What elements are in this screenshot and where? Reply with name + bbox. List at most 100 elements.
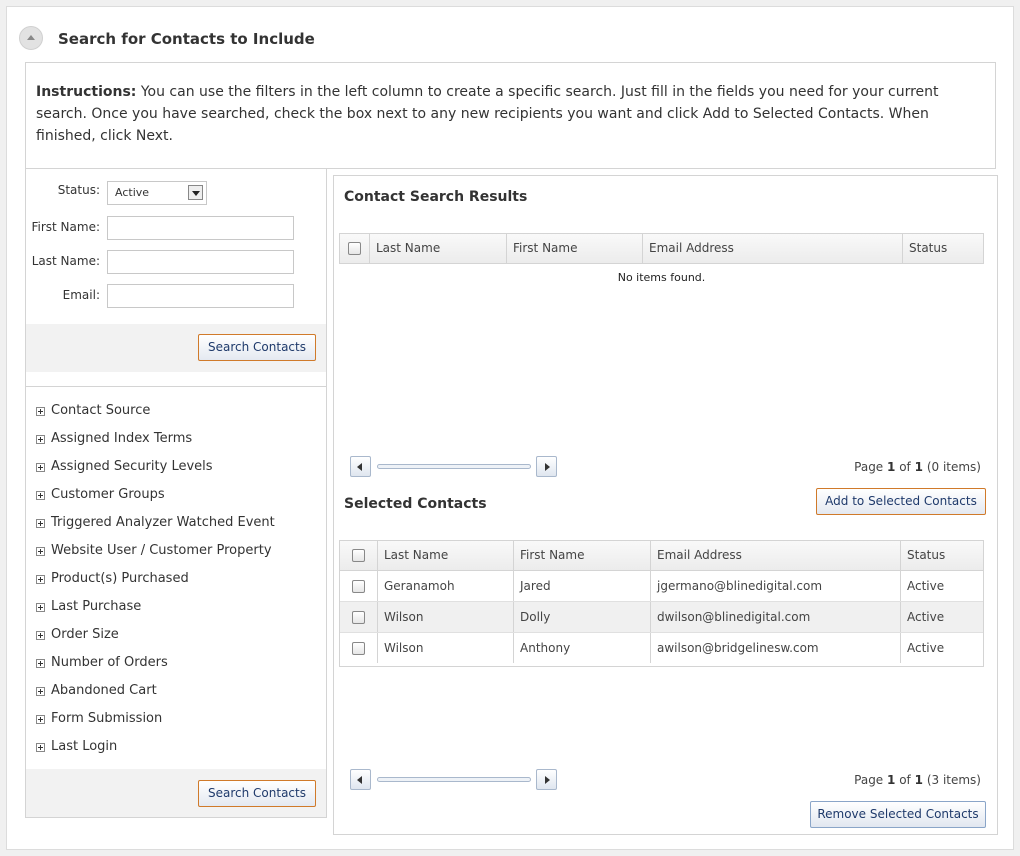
select-all-checkbox[interactable] xyxy=(352,549,365,562)
row-checkbox[interactable] xyxy=(352,580,365,593)
search-contacts-section: Search for Contacts to Include Instructi… xyxy=(6,6,1014,850)
results-title: Contact Search Results xyxy=(344,189,528,205)
expand-plus-icon[interactable] xyxy=(36,575,45,584)
selected-pager: Page 1 of 1 (3 items) xyxy=(854,773,981,787)
expand-plus-icon[interactable] xyxy=(36,435,45,444)
selected-grid-header: Last Name First Name Email Address Statu… xyxy=(340,541,983,571)
results-panel: Contact Search Results Last Name First N… xyxy=(333,175,998,835)
status-label: Status: xyxy=(57,183,100,197)
filter-triggered-analyzer-watched-event[interactable]: Triggered Analyzer Watched Event xyxy=(36,515,316,543)
col-status[interactable]: Status xyxy=(900,541,983,570)
instructions-heading: Instructions: xyxy=(36,84,137,100)
cell-last-name: Wilson xyxy=(377,633,513,663)
filter-abandoned-cart[interactable]: Abandoned Cart xyxy=(36,683,316,711)
expand-plus-icon[interactable] xyxy=(36,519,45,528)
table-row[interactable]: Geranamoh Jared jgermano@blinedigital.co… xyxy=(340,571,983,602)
search-contacts-button[interactable]: Search Contacts xyxy=(198,334,316,361)
expand-plus-icon[interactable] xyxy=(36,463,45,472)
divider xyxy=(26,386,326,387)
last-name-label: Last Name: xyxy=(31,254,100,268)
row-checkbox[interactable] xyxy=(352,642,365,655)
col-email-address[interactable]: Email Address xyxy=(642,234,902,263)
col-last-name[interactable]: Last Name xyxy=(369,234,506,263)
row-select-cell xyxy=(340,571,377,601)
col-first-name[interactable]: First Name xyxy=(506,234,642,263)
cell-email: awilson@bridgelinesw.com xyxy=(650,633,900,663)
expand-plus-icon[interactable] xyxy=(36,743,45,752)
pager-prefix: Page xyxy=(854,460,884,474)
scroll-left-icon[interactable] xyxy=(350,769,371,790)
pager-total: 1 xyxy=(914,773,923,787)
cell-email: dwilson@blinedigital.com xyxy=(650,602,900,632)
first-name-row: First Name: xyxy=(26,216,326,242)
col-email-address[interactable]: Email Address xyxy=(650,541,900,570)
instructions-text: You can use the filters in the left colu… xyxy=(36,84,939,144)
expand-plus-icon[interactable] xyxy=(36,491,45,500)
filter-contact-source[interactable]: Contact Source xyxy=(36,403,316,431)
filter-assigned-index-terms[interactable]: Assigned Index Terms xyxy=(36,431,316,459)
filter-order-size[interactable]: Order Size xyxy=(36,627,316,655)
cell-first-name: Jared xyxy=(513,571,650,601)
filter-website-user-customer-property[interactable]: Website User / Customer Property xyxy=(36,543,316,571)
pager-page: 1 xyxy=(887,460,896,474)
col-status[interactable]: Status xyxy=(902,234,983,263)
filter-last-purchase[interactable]: Last Purchase xyxy=(36,599,316,627)
results-grid: Last Name First Name Email Address Statu… xyxy=(339,233,984,264)
filter-label: Order Size xyxy=(51,627,119,642)
filter-label: Triggered Analyzer Watched Event xyxy=(51,515,275,530)
chevron-down-icon[interactable] xyxy=(188,185,203,200)
section-title: Search for Contacts to Include xyxy=(58,30,315,48)
scroll-right-icon[interactable] xyxy=(536,769,557,790)
results-grid-header: Last Name First Name Email Address Statu… xyxy=(340,234,983,264)
email-input[interactable] xyxy=(107,284,294,308)
first-name-input[interactable] xyxy=(107,216,294,240)
cell-email: jgermano@blinedigital.com xyxy=(650,571,900,601)
cell-status: Active xyxy=(900,602,983,632)
results-horizontal-scrollbar[interactable] xyxy=(350,456,560,477)
last-name-input[interactable] xyxy=(107,250,294,274)
expand-plus-icon[interactable] xyxy=(36,687,45,696)
scroll-track[interactable] xyxy=(377,777,531,782)
expand-plus-icon[interactable] xyxy=(36,547,45,556)
expand-plus-icon[interactable] xyxy=(36,407,45,416)
scroll-left-icon[interactable] xyxy=(350,456,371,477)
collapse-section-button[interactable] xyxy=(19,26,43,50)
cell-first-name: Anthony xyxy=(513,633,650,663)
filter-label: Number of Orders xyxy=(51,655,168,670)
search-button-band: Search Contacts xyxy=(26,324,326,372)
status-row: Status: Active xyxy=(26,173,326,205)
filter-label: Assigned Index Terms xyxy=(51,431,193,446)
selected-grid: Last Name First Name Email Address Statu… xyxy=(339,540,984,667)
scroll-track[interactable] xyxy=(377,464,531,469)
pager-items: (3 items) xyxy=(926,773,981,787)
row-checkbox[interactable] xyxy=(352,611,365,624)
filter-label: Assigned Security Levels xyxy=(51,459,213,474)
col-first-name[interactable]: First Name xyxy=(513,541,650,570)
filter-label: Product(s) Purchased xyxy=(51,571,189,586)
filter-number-of-orders[interactable]: Number of Orders xyxy=(36,655,316,683)
select-all-checkbox[interactable] xyxy=(348,242,361,255)
filter-label: Contact Source xyxy=(51,403,151,418)
table-row[interactable]: Wilson Anthony awilson@bridgelinesw.com … xyxy=(340,633,983,663)
bottom-search-band: Search Contacts xyxy=(26,769,326,817)
table-row[interactable]: Wilson Dolly dwilson@blinedigital.com Ac… xyxy=(340,602,983,633)
scroll-right-icon[interactable] xyxy=(536,456,557,477)
add-to-selected-contacts-button[interactable]: Add to Selected Contacts xyxy=(816,488,986,515)
expand-plus-icon[interactable] xyxy=(36,715,45,724)
status-select[interactable]: Active xyxy=(107,181,207,205)
expand-plus-icon[interactable] xyxy=(36,603,45,612)
filter-label: Last Purchase xyxy=(51,599,142,614)
selected-contacts-title: Selected Contacts xyxy=(344,496,487,512)
filter-products-purchased[interactable]: Product(s) Purchased xyxy=(36,571,316,599)
remove-selected-contacts-button[interactable]: Remove Selected Contacts xyxy=(810,801,986,828)
filter-assigned-security-levels[interactable]: Assigned Security Levels xyxy=(36,459,316,487)
selected-horizontal-scrollbar[interactable] xyxy=(350,769,560,790)
pager-of: of xyxy=(899,773,911,787)
expand-plus-icon[interactable] xyxy=(36,659,45,668)
bottom-search-contacts-button[interactable]: Search Contacts xyxy=(198,780,316,807)
expand-plus-icon[interactable] xyxy=(36,631,45,640)
filter-customer-groups[interactable]: Customer Groups xyxy=(36,487,316,515)
filter-last-login[interactable]: Last Login xyxy=(36,739,316,767)
filter-form-submission[interactable]: Form Submission xyxy=(36,711,316,739)
col-last-name[interactable]: Last Name xyxy=(377,541,513,570)
